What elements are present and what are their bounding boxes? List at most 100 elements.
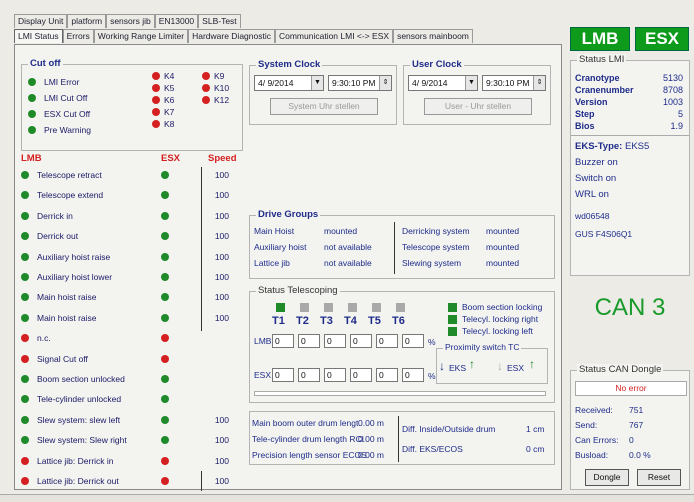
- drum-label: Precision length sensor ECOS: [252, 450, 367, 460]
- lmi-label: Bios: [575, 121, 595, 131]
- lmb-row: Lattice jib: Derrick out 100: [21, 473, 243, 489]
- chevron-down-icon[interactable]: ▼: [311, 76, 323, 90]
- lmb-led-icon: [21, 456, 29, 465]
- esx-led-icon: [161, 395, 169, 404]
- status-bar: [0, 494, 694, 502]
- speed-value: 100: [214, 292, 229, 303]
- col-lmb-header: LMB: [21, 153, 42, 164]
- esx-led-icon: [161, 211, 169, 220]
- system-time-spinner[interactable]: 9:30:10 PM ⇕: [328, 75, 392, 91]
- dongle-value: 0: [629, 435, 634, 445]
- user-time-spinner[interactable]: 9:30:10 PM ⇕: [482, 75, 546, 91]
- cutoff-row: LMI Error: [28, 74, 79, 90]
- tab-display-unit[interactable]: Display Unit: [14, 14, 68, 28]
- can-channel-label: CAN 3: [594, 294, 666, 321]
- esx-t6-value: 0: [402, 368, 424, 382]
- drive-label: Telescope system: [402, 242, 470, 252]
- lock-label: Boom section locking: [462, 302, 543, 312]
- status-telescoping-group: Status Telescoping T1 T2 T3 T4 T5 T6 LMB…: [249, 285, 555, 403]
- lmb-t1-value: 0: [272, 334, 294, 348]
- tab-working-range-limiter[interactable]: Working Range Limiter: [93, 29, 189, 43]
- tab-communication[interactable]: Communication LMI <-> ESX: [274, 29, 394, 43]
- tab-lmi-status[interactable]: LMI Status: [14, 29, 63, 43]
- lmb-row-label: LMB: [254, 336, 272, 346]
- proximity-title: Proximity switch TC: [443, 342, 522, 352]
- esx-led-icon: [161, 293, 169, 302]
- system-date-value: 4/ 9/2014: [258, 78, 294, 88]
- arrow-up-icon: ↑: [469, 357, 475, 371]
- lmb-row: Derrick out 100: [21, 228, 243, 244]
- lmb-row: Derrick in 100: [21, 208, 243, 224]
- esx-t2-value: 0: [298, 368, 320, 382]
- lmb-row: Signal Cut off: [21, 351, 243, 367]
- section-t3-label: T3: [320, 315, 333, 327]
- user-clock-group: User Clock 4/ 9/2014 ▼ 9:30:10 PM ⇕ User -…: [403, 59, 551, 125]
- set-system-clock-button[interactable]: System Uhr stellen: [270, 98, 378, 115]
- lmi-value: 1003: [662, 97, 683, 107]
- esx-led-icon: [161, 354, 169, 363]
- set-user-clock-button[interactable]: User - Uhr stellen: [424, 98, 532, 115]
- diff-label: Diff. EKS/ECOS: [402, 444, 463, 454]
- cutoff-group: Cut off LMI Error LMI Cut Off ESX Cut Of…: [21, 58, 243, 151]
- spin-updown-icon[interactable]: ⇕: [379, 76, 391, 90]
- lmb-button[interactable]: LMB: [570, 27, 630, 51]
- dongle-button[interactable]: Dongle: [585, 469, 629, 486]
- section-t4-label: T4: [344, 315, 357, 327]
- speed-value: 100: [214, 414, 229, 425]
- lmi-label: Step: [575, 109, 595, 119]
- tab-hardware-diagnostic[interactable]: Hardware Diagnostic: [188, 29, 275, 43]
- tab-en13000[interactable]: EN13000: [154, 14, 199, 28]
- drive-groups-title: Drive Groups: [256, 209, 321, 220]
- speed-value: 100: [214, 455, 229, 466]
- lmb-row: Telescope retract 100: [21, 167, 243, 183]
- lmi-label: Version: [575, 97, 608, 107]
- drive-label: Derricking system: [402, 226, 470, 236]
- cutoff-title: Cut off: [28, 58, 63, 69]
- status-lmi-title: Status LMI: [577, 54, 627, 65]
- lmb-led-icon: [21, 252, 29, 261]
- lmb-led-icon: [21, 334, 29, 343]
- lmb-row-label: Slew system: Slew right: [37, 435, 127, 446]
- lmb-row-label: Telescope extend: [37, 190, 104, 201]
- esx-led-icon: [161, 477, 169, 485]
- esx-button[interactable]: ESX: [635, 27, 689, 51]
- lmb-row-label: Lattice jib: Derrick out: [37, 476, 119, 486]
- lmb-row: Telescope extend 100: [21, 187, 243, 203]
- lmb-led-icon: [21, 375, 29, 383]
- t5-led-icon: [372, 303, 381, 312]
- status-lmi-group: Status LMI Cranotype 5130 Cranenumber 87…: [570, 54, 690, 276]
- drum-label: Main boom outer drum lengt: [252, 418, 359, 428]
- user-clock-title: User Clock: [410, 59, 464, 70]
- lmb-row: Tele-cylinder unlocked: [21, 391, 243, 407]
- section-t2-label: T2: [296, 315, 309, 327]
- lmi-line: GUS F4S06Q1: [575, 229, 633, 239]
- lmb-row-label: Derrick out: [37, 231, 79, 242]
- dongle-label: Received:: [575, 405, 613, 415]
- telecyl-right-led-icon: [448, 315, 457, 324]
- lmb-row-label: Main hoist raise: [37, 292, 97, 303]
- lmb-t6-value: 0: [402, 334, 424, 348]
- tab-platform[interactable]: platform: [67, 14, 107, 28]
- t4-led-icon: [348, 303, 357, 312]
- tab-sensors-mainboom[interactable]: sensors mainboom: [393, 29, 473, 43]
- reset-button[interactable]: Reset: [637, 469, 681, 486]
- tab-slb-test[interactable]: SLB-Test: [198, 14, 241, 28]
- user-date-select[interactable]: 4/ 9/2014 ▼: [408, 75, 478, 91]
- dongle-value: 767: [629, 420, 644, 430]
- system-date-select[interactable]: 4/ 9/2014 ▼: [254, 75, 324, 91]
- drum-divider: [398, 416, 399, 462]
- spin-updown-icon[interactable]: ⇕: [533, 76, 545, 90]
- lock-label: Telecyl. locking right: [462, 314, 539, 324]
- lmb-led-icon: [21, 171, 29, 179]
- esx-led-icon: [161, 415, 169, 424]
- tab-errors[interactable]: Errors: [62, 29, 94, 43]
- telescoping-progress-bar: [254, 391, 546, 396]
- tab-sensors-jib[interactable]: sensors jib: [106, 14, 155, 28]
- relay-k12: K12: [202, 92, 229, 108]
- arrow-down-icon: ↓: [439, 359, 445, 373]
- chevron-down-icon[interactable]: ▼: [465, 76, 477, 90]
- lmb-row-label: Slew system: slew left: [37, 414, 121, 425]
- esx-led-icon: [161, 375, 169, 383]
- lmi-value: 8708: [662, 85, 683, 95]
- lmb-row: Auxiliary hoist lower 100: [21, 269, 243, 285]
